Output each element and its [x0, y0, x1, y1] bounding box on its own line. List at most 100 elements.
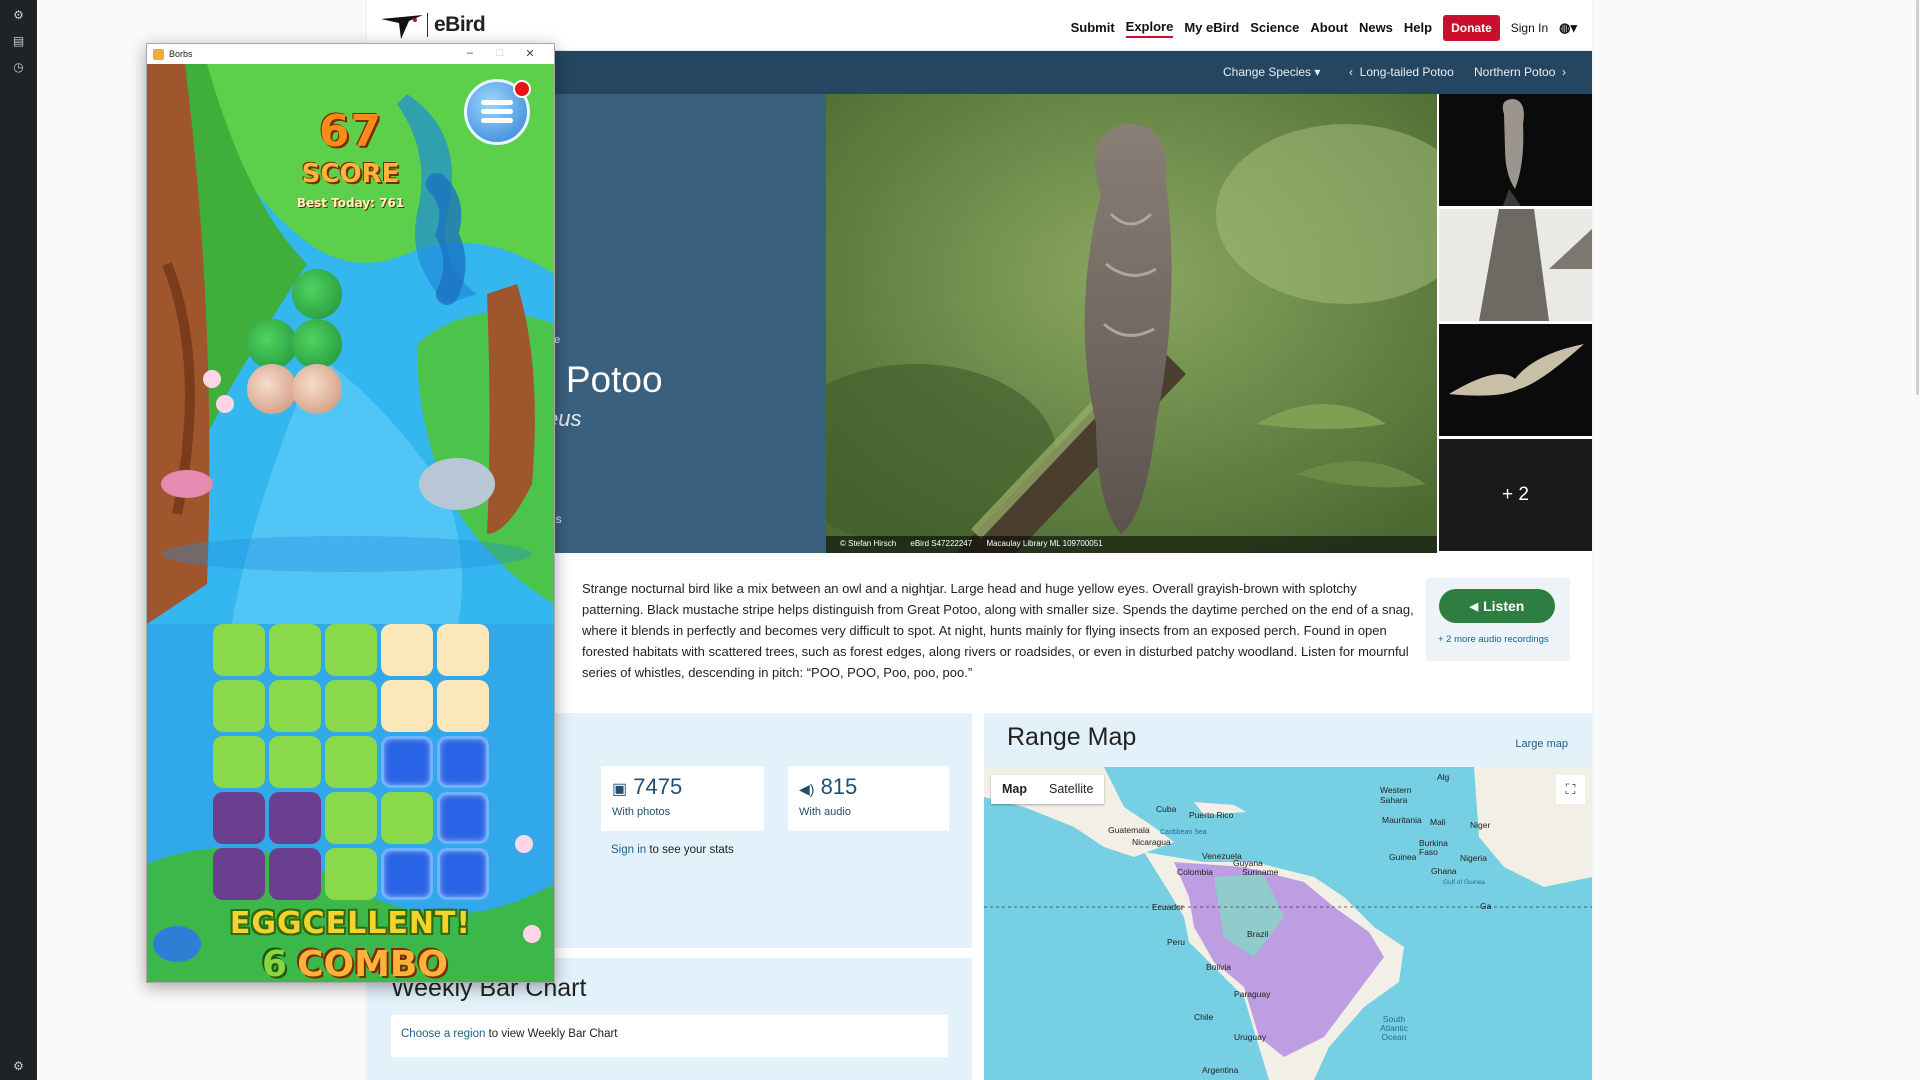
grid-cell-empty[interactable]: [381, 736, 433, 788]
stat-audio[interactable]: ◀) 815 With audio: [788, 766, 949, 831]
photo-credit-bar: © Stefan Hirsch eBird S47222247 Macaulay…: [826, 536, 1437, 553]
grid-cell-caterpillar[interactable]: [213, 680, 265, 732]
map-label: Nicaragua: [1132, 837, 1171, 847]
camera-icon: ▣: [612, 781, 628, 798]
settings-icon[interactable]: ⚙: [12, 9, 25, 22]
thumbnail-1[interactable]: [1439, 94, 1592, 206]
combo-word: COMBO: [297, 944, 448, 982]
game-title-bar[interactable]: Borbs – □ ✕: [147, 44, 554, 64]
close-icon[interactable]: ✕: [523, 47, 537, 60]
map-label: Paraguay: [1234, 989, 1271, 999]
grid-cell-caterpillar[interactable]: [213, 736, 265, 788]
owl-borb: [247, 364, 297, 414]
grid-cell-caterpillar[interactable]: [269, 624, 321, 676]
grid-cell-caterpillar[interactable]: [269, 680, 321, 732]
prev-species-link[interactable]: ‹ Long-tailed Potoo: [1349, 65, 1454, 79]
grid-cell-crow[interactable]: [269, 848, 321, 900]
borb-grid[interactable]: [213, 624, 493, 904]
fullscreen-icon[interactable]: ⛶: [1556, 775, 1585, 804]
map-label: Argentina: [1202, 1065, 1239, 1075]
map-label: Colombia: [1177, 867, 1213, 877]
nav-science[interactable]: Science: [1250, 19, 1299, 37]
photo-thumbnails: + 2: [1437, 94, 1592, 553]
map-label: Ga: [1480, 901, 1492, 911]
gear-icon[interactable]: ⚙: [12, 1060, 25, 1073]
game-window: Borbs – □ ✕ 67 SCORE Best Today: 761 EGG…: [146, 43, 555, 983]
map-tab[interactable]: Map: [991, 775, 1038, 804]
photos-label: With photos: [612, 806, 671, 818]
grid-cell-empty[interactable]: [437, 792, 489, 844]
minimize-icon[interactable]: –: [463, 47, 477, 59]
nav-explore[interactable]: Explore: [1125, 18, 1174, 38]
satellite-tab[interactable]: Satellite: [1038, 775, 1104, 804]
green-borb: [247, 319, 297, 369]
map-label: Puerto Rico: [1189, 810, 1234, 820]
range-map-title: Range Map: [1007, 723, 1137, 751]
grid-cell-chick[interactable]: [381, 680, 433, 732]
range-map[interactable]: Map Satellite ⛶ Cuba Puerto Rico Guatema…: [984, 767, 1592, 1080]
combo-banner: 6 COMBO: [262, 944, 448, 982]
photo-credit-author[interactable]: © Stefan Hirsch: [840, 539, 896, 548]
thumbnail-3[interactable]: [1439, 324, 1592, 436]
page-scrollbar[interactable]: [1916, 0, 1919, 395]
grid-cell-chick[interactable]: [381, 624, 433, 676]
grid-cell-caterpillar[interactable]: [381, 792, 433, 844]
photos-count: ▣ 7475: [612, 774, 683, 799]
grid-cell-caterpillar[interactable]: [269, 736, 321, 788]
files-icon[interactable]: ▤: [12, 35, 25, 48]
main-nav: Submit Explore My eBird Science About Ne…: [1060, 15, 1577, 41]
ebird-logo[interactable]: eBird: [379, 10, 486, 40]
change-species-dropdown[interactable]: Change Species ▾: [1223, 65, 1320, 79]
window-title: Borbs: [169, 49, 193, 59]
species-main-photo[interactable]: © Stefan Hirsch eBird S47222247 Macaulay…: [826, 94, 1437, 553]
grid-cell-caterpillar[interactable]: [213, 624, 265, 676]
audio-count: ◀) 815: [799, 774, 858, 799]
map-label: Peru: [1167, 937, 1185, 947]
grid-cell-caterpillar[interactable]: [325, 624, 377, 676]
green-borb: [292, 269, 342, 319]
large-map-link[interactable]: Large map: [1515, 738, 1568, 750]
grid-cell-crow[interactable]: [269, 792, 321, 844]
grid-cell-empty[interactable]: [437, 848, 489, 900]
language-globe-icon[interactable]: ◍▾: [1559, 19, 1577, 37]
photo-credit-ml[interactable]: Macaulay Library ML 109700051: [986, 539, 1102, 548]
sign-in-note: Sign in to see your stats: [611, 844, 734, 856]
stat-photos[interactable]: ▣ 7475 With photos: [601, 766, 764, 831]
grid-cell-chick[interactable]: [437, 624, 489, 676]
listen-button[interactable]: ◀ Listen: [1439, 589, 1555, 623]
grid-cell-crow[interactable]: [213, 848, 265, 900]
grid-cell-empty[interactable]: [381, 848, 433, 900]
logo-bird-icon: [379, 11, 425, 39]
map-label: Niger: [1470, 820, 1491, 830]
choose-region-link[interactable]: Choose a region: [401, 1028, 485, 1040]
speaker-icon: ◀: [1469, 600, 1479, 613]
nav-news[interactable]: News: [1359, 19, 1393, 37]
nav-my-ebird[interactable]: My eBird: [1184, 19, 1239, 37]
maximize-icon[interactable]: □: [493, 47, 507, 59]
stats-sign-in-link[interactable]: Sign in: [611, 844, 646, 856]
grid-cell-chick[interactable]: [437, 680, 489, 732]
clock-icon[interactable]: ◷: [12, 61, 25, 74]
grid-cell-caterpillar[interactable]: [325, 848, 377, 900]
donate-button[interactable]: Donate: [1443, 15, 1500, 41]
thumbnail-more[interactable]: + 2: [1439, 439, 1592, 551]
more-photos-count: + 2: [1439, 439, 1592, 551]
nav-about[interactable]: About: [1310, 19, 1348, 37]
more-audio-link[interactable]: + 2 more audio recordings: [1438, 634, 1549, 645]
next-species-link[interactable]: Northern Potoo ›: [1474, 65, 1566, 79]
map-label: Nigeria: [1460, 853, 1487, 863]
nav-help[interactable]: Help: [1404, 19, 1432, 37]
grid-cell-caterpillar[interactable]: [325, 736, 377, 788]
thumbnail-2[interactable]: [1439, 209, 1592, 321]
grid-cell-caterpillar[interactable]: [325, 792, 377, 844]
game-canvas[interactable]: 67 SCORE Best Today: 761 EGGCELLENT! 6 C…: [147, 64, 554, 982]
nav-submit[interactable]: Submit: [1071, 19, 1115, 37]
photo-credit-checklist[interactable]: eBird S47222247: [910, 539, 972, 548]
grid-cell-caterpillar[interactable]: [325, 680, 377, 732]
eggcellent-banner: EGGCELLENT!: [229, 906, 472, 941]
grid-cell-empty[interactable]: [437, 736, 489, 788]
grid-cell-crow[interactable]: [213, 792, 265, 844]
score-label: SCORE: [301, 159, 400, 189]
best-today: Best Today: 761: [296, 196, 405, 210]
sign-in-link[interactable]: Sign In: [1511, 19, 1548, 37]
